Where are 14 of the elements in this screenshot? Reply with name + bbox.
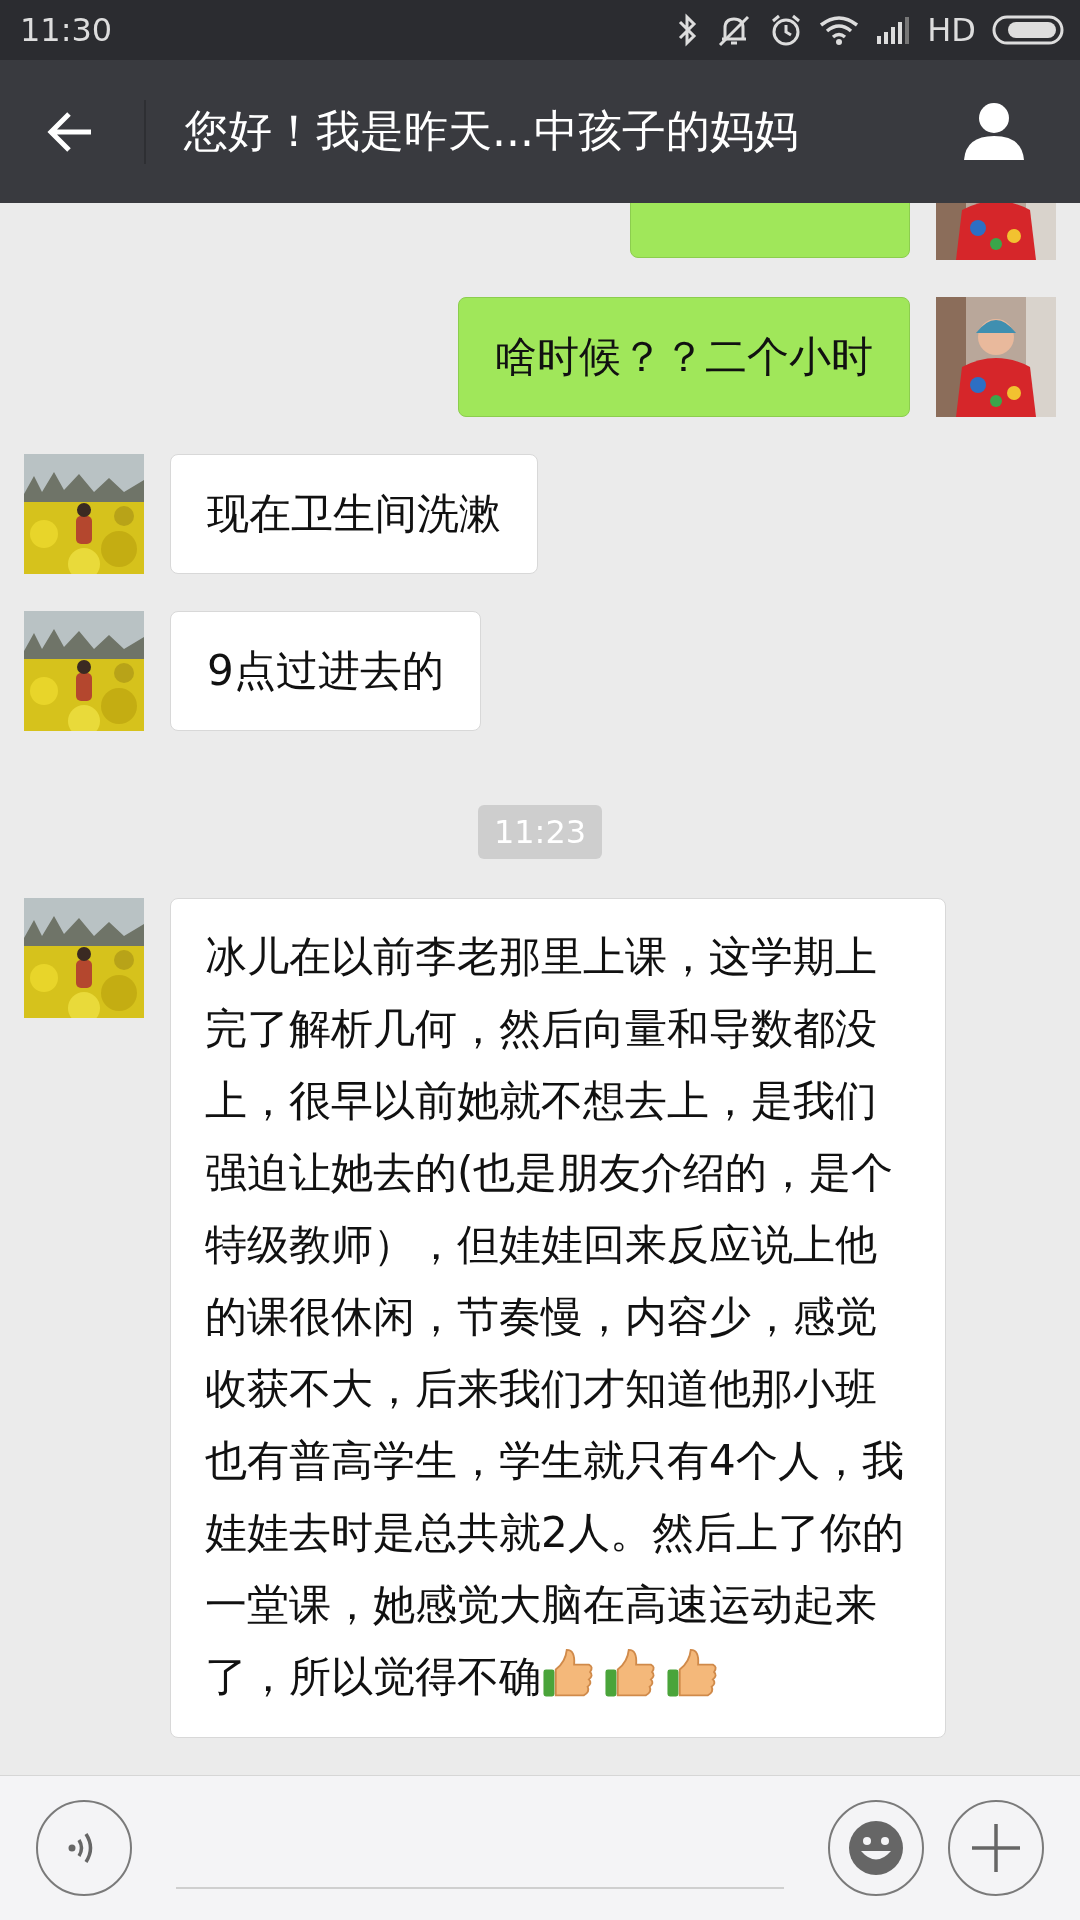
emoji-button[interactable] (828, 1800, 924, 1896)
message-bubble: 啥时候？？二个小时 (458, 297, 910, 417)
smiley-icon (846, 1818, 906, 1878)
message-bubble: 冰儿在以前李老那里上课，这学期上完了解析几何，然后向量和导数都没上，很早以前她就不想去上，是我们强迫让她去的(也是朋友介绍的，是个特级教师），但娃娃回来反应说上他的课很休闲，节奏慢，内容少，感觉收获不大，后来我们才知道他那小班也有普高学生，学生就只有4个人，我娃娃去时是总共就2人。然后上了你的一堂课，她感觉大脑在高速运动起来了，所以觉得不确 (170, 898, 946, 1738)
network-type: HD (927, 11, 976, 49)
wifi-icon (819, 15, 860, 45)
message-bubble: 9点过进去的 (170, 611, 481, 731)
message-bubble: 现在卫生间洗漱 (170, 454, 538, 574)
signal-icon (875, 16, 912, 44)
add-button[interactable] (948, 1800, 1044, 1896)
battery-icon (992, 15, 1064, 45)
voice-button[interactable] (36, 1800, 132, 1896)
chat-title: 您好！我是昨天...中孩子的妈妈 (184, 104, 799, 158)
status-time: 11:30 (20, 11, 114, 49)
